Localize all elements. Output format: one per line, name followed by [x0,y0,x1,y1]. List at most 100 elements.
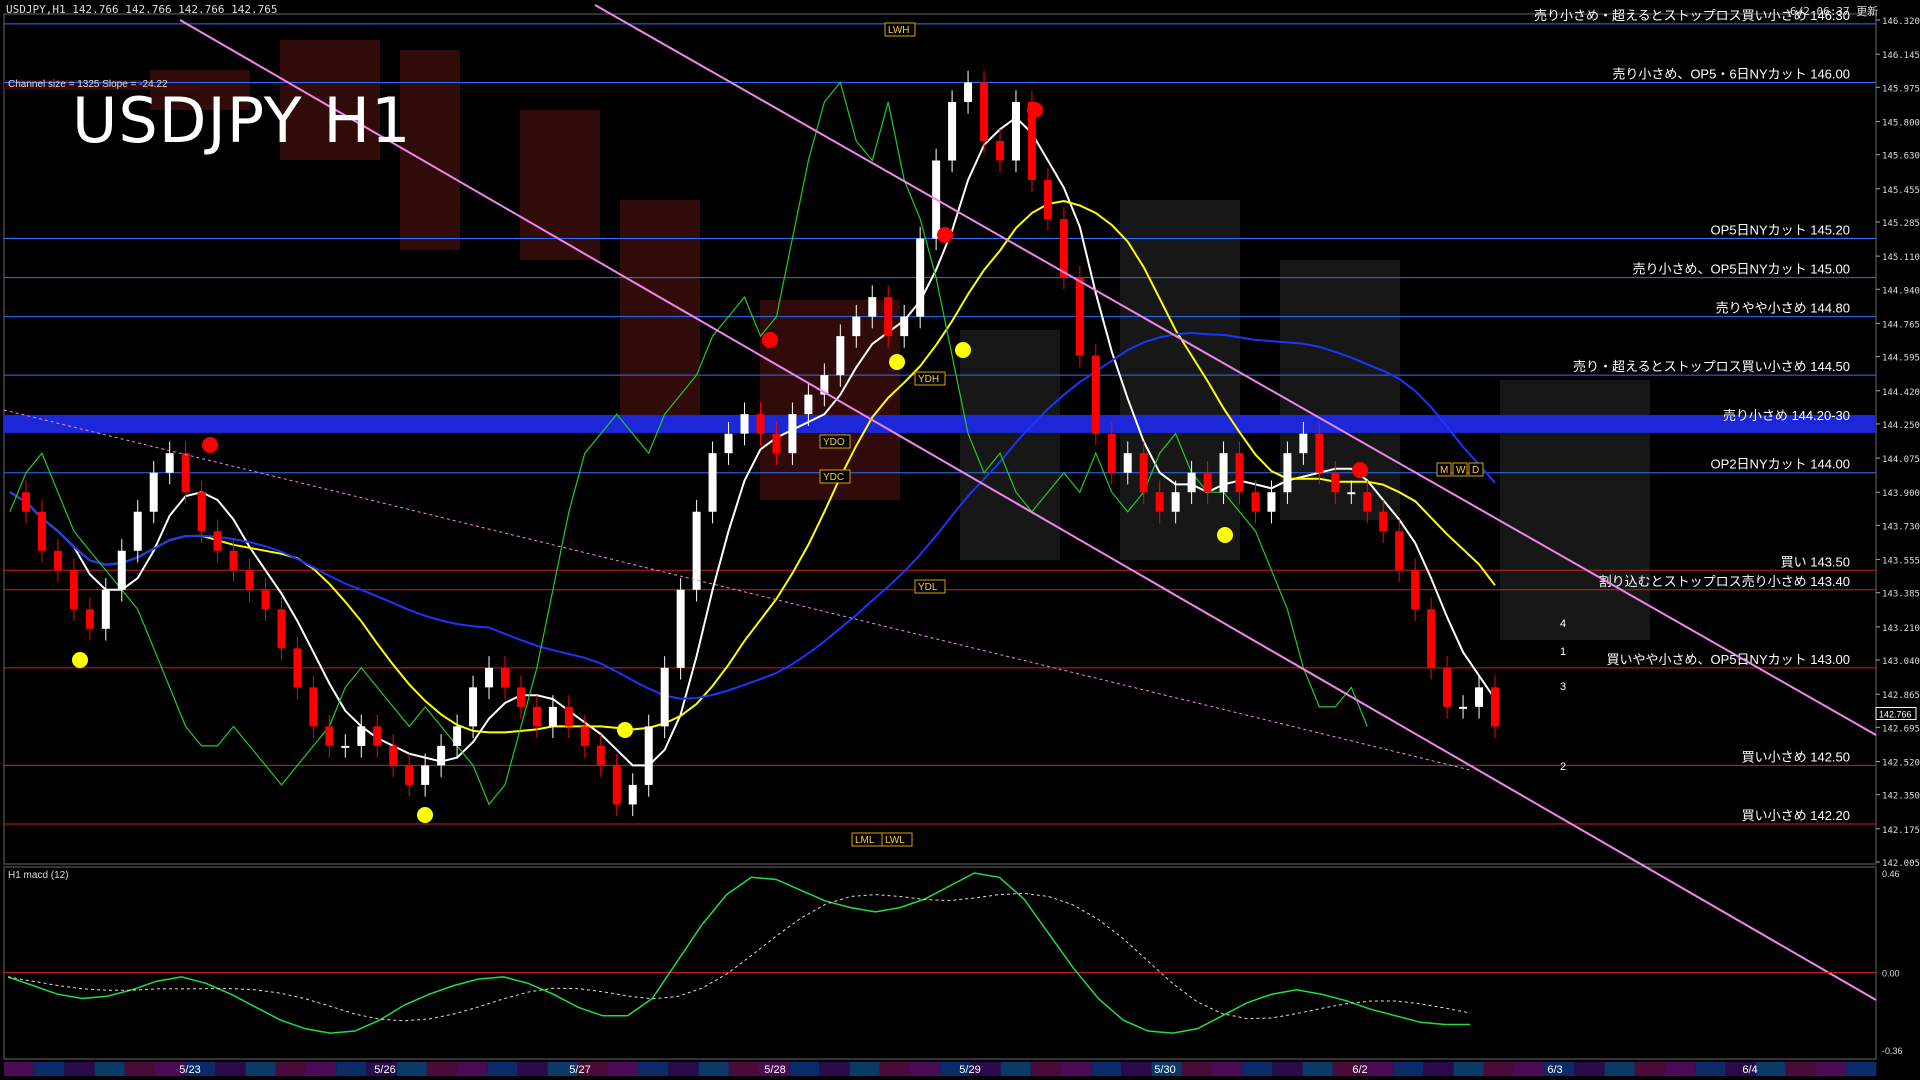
time-band-segment [1272,1062,1303,1076]
projection-label: 2 [1560,761,1566,773]
ref-box-label: LWL [885,835,905,846]
time-band-segment [1483,1062,1514,1076]
candle-body [1187,472,1196,493]
candle-body [53,550,62,571]
level-label: 売り小さめ、OP5日NYカット 145.00 [1633,262,1850,277]
signal-marker [762,332,778,348]
price-tick-label: 145.285 [1882,219,1920,229]
macd-tick-label: 0.46 [1882,869,1900,879]
time-band-segment [668,1062,699,1076]
price-tick-label: 142.520 [1882,759,1920,769]
candle-body [21,492,30,512]
level-label: 買い小さめ 142.20 [1742,808,1850,823]
candle-body [1299,433,1308,454]
candle-body [772,433,781,454]
candle-body [181,453,190,493]
time-tick-label: 5/28 [764,1064,785,1076]
candle-body [916,238,925,317]
time-band-segment [1302,1062,1333,1076]
candle-body [740,414,749,434]
level-label: 売り小さめ、OP5・6日NYカット 146.00 [1612,66,1850,81]
candle-body [628,784,637,805]
candle-body [1363,492,1372,512]
level-label: 買いやや小さめ、OP5日NYカット 143.00 [1607,652,1850,667]
time-band-segment [306,1062,337,1076]
time-band-segment [1574,1062,1605,1076]
price-tick-label: 144.765 [1882,320,1920,330]
candle-body [1331,472,1340,493]
candle-body [293,648,302,688]
current-price-label: 142.766 [1879,710,1912,720]
level-band [4,414,1876,433]
candle-body [309,687,318,727]
chart-title: USDJPY H1 [72,84,412,157]
candle-body [1155,492,1164,512]
level-label: 買い小さめ 142.50 [1742,749,1850,764]
candle-body [1251,492,1260,512]
level-label: 売りやや小さめ 144.80 [1716,301,1850,316]
cloud-segment [620,200,700,420]
price-tick-label: 145.800 [1882,118,1920,128]
candle-body [1075,277,1084,356]
symbol-info: USDJPY,H1 142.766 142.766 142.766 142.76… [6,3,278,16]
candle-body [1107,433,1116,473]
candle-body [1395,531,1404,571]
candle-body [1459,706,1468,709]
level-label: OP2日NYカット 144.00 [1711,457,1850,472]
signal-marker [1352,462,1368,478]
time-band-segment [1453,1062,1484,1076]
candle-body [660,667,669,727]
price-tick-label: 144.940 [1882,286,1920,296]
candle-body [1411,570,1420,610]
candle-body [868,297,877,317]
candle-body [117,550,126,590]
level-label: 売り小さめ 144.20-30 [1723,408,1850,423]
level-label: OP5日NYカット 145.20 [1711,223,1850,238]
price-tick-label: 143.730 [1882,522,1920,532]
candle-body [341,745,350,748]
time-band-segment [215,1062,246,1076]
candle-body [964,82,973,102]
candle-body [389,745,398,766]
candle-body [453,726,462,746]
price-chart[interactable]: 売り小さめ・超えるとストップロス買い小さめ 146.30売り小さめ、OP5・6日… [0,0,1920,1080]
macd-label: H1 macd (12) [8,870,69,881]
candle-body [357,726,366,746]
candle-body [596,745,605,766]
candle-body [804,394,813,415]
time-band-segment [396,1062,427,1076]
signal-marker [417,807,433,823]
time-band-segment [336,1062,367,1076]
signal-marker [889,354,905,370]
time-band-segment [275,1062,306,1076]
macd-tick-label: 0.00 [1882,969,1900,979]
time-band-segment [698,1062,729,1076]
time-tick-label: 5/27 [569,1064,590,1076]
candle-body [980,82,989,141]
time-band-segment [4,1062,35,1076]
candle-body [1491,687,1499,727]
time-band-segment [1423,1062,1454,1076]
candle-body [580,726,589,746]
cloud-segment [1120,200,1240,560]
price-tick-label: 143.385 [1882,590,1920,600]
candle-body [788,414,797,454]
time-axis: 5/23 5/26 5/27 5/28 5/29 5/30 6/2 6/3 6/4 [4,1062,1877,1076]
time-band-segment [1242,1062,1273,1076]
time-band-segment [1000,1062,1031,1076]
candle-body [69,570,78,610]
candle-body [165,453,174,473]
candle-body [708,453,717,512]
time-tick-label: 5/26 [374,1064,395,1076]
candle-body [261,589,270,610]
candle-body [548,706,557,727]
time-tick-label: 5/30 [1154,1064,1175,1076]
ref-box-label: YDL [918,582,938,593]
price-tick-label: 146.145 [1882,51,1920,61]
level-label: 売り・超えるとストップロス買い小さめ 144.50 [1573,359,1850,374]
price-tick-label: 144.595 [1882,354,1920,364]
ref-box-label: LWH [888,25,909,36]
price-tick-label: 144.075 [1882,455,1920,465]
ref-box-label: YDC [823,472,844,483]
candle-body [1043,180,1052,220]
